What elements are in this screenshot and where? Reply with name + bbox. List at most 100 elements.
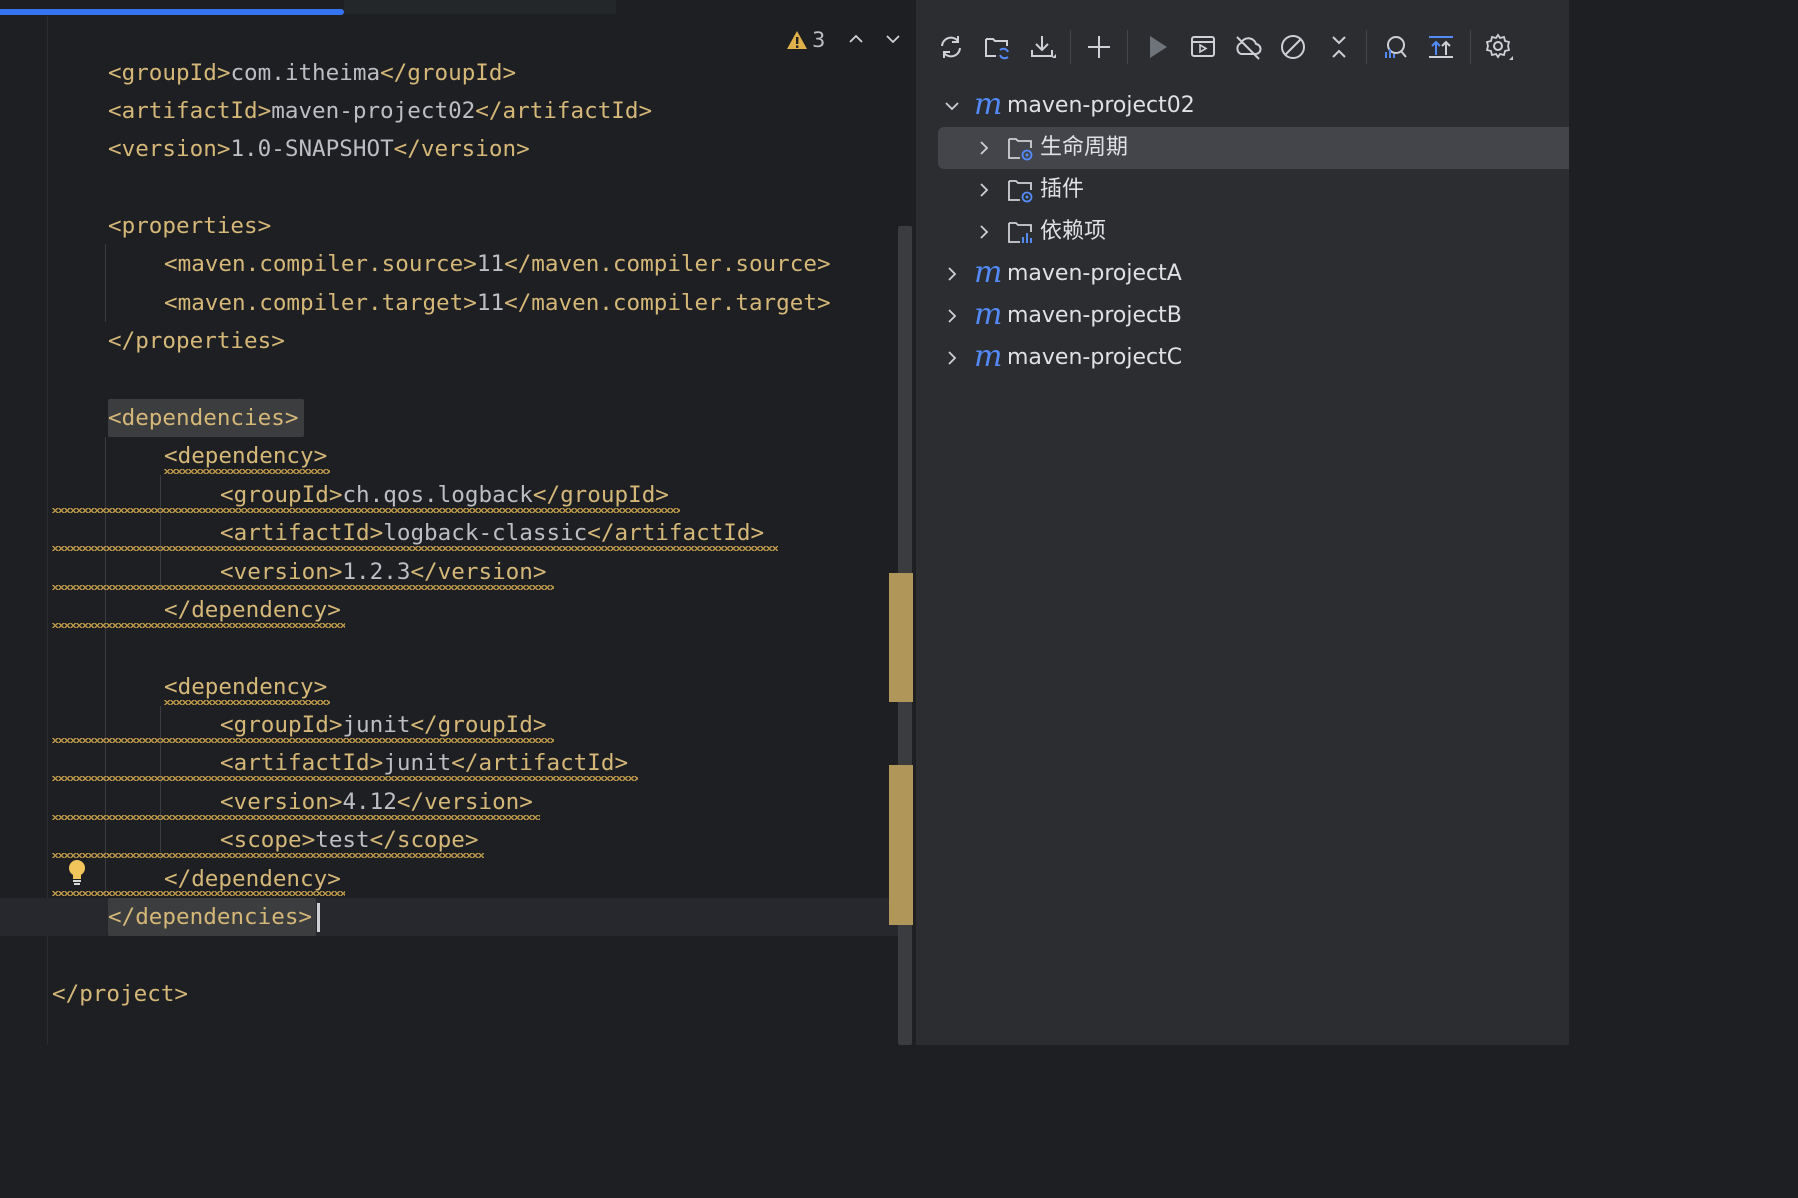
xml-tag: </artifactId> xyxy=(475,98,653,124)
maven-module-icon: m xyxy=(974,297,1003,332)
lightbulb-icon[interactable] xyxy=(66,858,88,888)
warning-underline xyxy=(52,623,345,628)
xml-tag: <groupId> xyxy=(220,482,343,508)
maven-module-icon: m xyxy=(974,339,1003,374)
xml-tag: <scope> xyxy=(220,827,316,853)
xml-tag: </properties> xyxy=(108,328,285,354)
show-dependencies-icon[interactable] xyxy=(1426,32,1456,62)
tree-node-maven-projectC[interactable]: m maven-projectC xyxy=(916,337,1569,379)
xml-tag: </project> xyxy=(52,981,189,1007)
reload-icon[interactable] xyxy=(936,32,966,62)
xml-tag: <artifactId> xyxy=(220,520,384,546)
run-icon[interactable] xyxy=(1142,32,1172,62)
tree-node-maven-projectA[interactable]: m maven-projectA xyxy=(916,253,1569,295)
tree-node-label: maven-project02 xyxy=(1007,93,1195,118)
xml-tag: <maven.compiler.target> xyxy=(164,290,477,316)
plugins-folder-icon xyxy=(1008,180,1033,203)
code-line[interactable]: <groupId>com.itheima</groupId> xyxy=(108,54,516,92)
chevron-right-icon[interactable] xyxy=(975,139,993,157)
editor-tab-strip xyxy=(0,0,915,16)
xml-tag: <dependencies> xyxy=(108,405,299,431)
next-highlight-icon[interactable] xyxy=(884,30,902,48)
previous-highlight-icon[interactable] xyxy=(847,30,865,48)
warning-stripe-marker[interactable] xyxy=(889,765,913,925)
chevron-right-icon[interactable] xyxy=(975,223,993,241)
code-line[interactable]: <version>1.0-SNAPSHOT</version> xyxy=(108,130,530,168)
warning-underline xyxy=(52,508,680,513)
indent-guide xyxy=(105,437,106,897)
warning-underline xyxy=(164,469,330,474)
lifecycle-folder-icon xyxy=(1008,138,1033,161)
xml-tag: </artifactId> xyxy=(451,750,629,776)
xml-tag: <dependency> xyxy=(164,443,328,469)
xml-tag: </maven.compiler.source> xyxy=(504,251,831,277)
tree-node-label: maven-projectA xyxy=(1007,261,1182,286)
code-line[interactable]: </project> xyxy=(52,975,188,1013)
code-line[interactable]: <properties> xyxy=(108,207,271,245)
xml-tag: </artifactId> xyxy=(587,520,765,546)
tree-node-label: 插件 xyxy=(1040,177,1085,202)
xml-tag: </version> xyxy=(410,559,547,585)
warning-icon xyxy=(787,31,807,49)
warning-underline xyxy=(52,853,484,858)
xml-text: ch.qos.logback xyxy=(342,482,533,508)
tree-node-plugins[interactable]: 插件 xyxy=(916,169,1569,211)
xml-tag: <version> xyxy=(108,136,231,162)
text-caret xyxy=(317,903,320,932)
xml-tag: </groupId> xyxy=(532,482,669,508)
download-icon[interactable] xyxy=(1028,32,1058,62)
xml-tag: </dependency> xyxy=(164,866,341,892)
xml-tag: <dependency> xyxy=(164,674,328,700)
warning-count: 3 xyxy=(812,28,826,52)
inspection-widget[interactable]: 3 xyxy=(786,26,825,54)
xml-tag: </scope> xyxy=(369,827,479,853)
warning-stripe-marker[interactable] xyxy=(889,573,913,702)
warning-underline xyxy=(52,776,638,781)
xml-tag: <groupId> xyxy=(220,712,343,738)
xml-text: 1.2.3 xyxy=(342,559,411,585)
skip-tests-icon[interactable] xyxy=(1278,32,1308,62)
xml-tag: <version> xyxy=(220,789,343,815)
xml-text: 11 xyxy=(476,251,505,277)
warning-underline xyxy=(52,585,554,590)
code-editor[interactable]: <groupId>com.itheima</groupId> <artifactI… xyxy=(0,0,915,1045)
tree-node-maven-project02[interactable]: m maven-project02 xyxy=(916,85,1569,127)
warning-underline xyxy=(52,546,778,551)
execute-goal-icon[interactable] xyxy=(1188,32,1218,62)
chevron-down-icon[interactable] xyxy=(943,97,961,115)
xml-tag: </dependency> xyxy=(164,597,341,623)
xml-tag: <artifactId> xyxy=(108,98,272,124)
tree-node-label: maven-projectC xyxy=(1007,345,1183,370)
indent-guide xyxy=(160,706,161,860)
tree-node-maven-projectB[interactable]: m maven-projectB xyxy=(916,295,1569,337)
chevron-right-icon[interactable] xyxy=(943,265,961,283)
chevron-right-icon[interactable] xyxy=(943,307,961,325)
xml-tag: <groupId> xyxy=(108,60,231,86)
add-maven-project-icon[interactable] xyxy=(982,32,1012,62)
progress-bar xyxy=(0,9,344,15)
xml-text: com.itheima xyxy=(230,60,381,86)
analyze-dependencies-icon[interactable] xyxy=(1380,32,1410,62)
xml-tag: <maven.compiler.source> xyxy=(164,251,477,277)
code-line[interactable]: </dependencies> xyxy=(108,898,312,936)
tree-node-label: 生命周期 xyxy=(1040,135,1129,160)
warning-underline xyxy=(164,700,330,705)
tree-node-dependencies[interactable]: 依赖项 xyxy=(916,211,1569,253)
code-line[interactable]: </properties> xyxy=(108,322,285,360)
offline-icon[interactable] xyxy=(1233,32,1263,62)
plus-icon[interactable] xyxy=(1084,32,1114,62)
dependencies-folder-icon xyxy=(1008,222,1032,243)
maven-tool-window: m maven-project02 生命周期 插件 依赖项 m maven-pr… xyxy=(915,0,1569,1045)
code-line[interactable]: <maven.compiler.source>11</maven.compile… xyxy=(164,245,831,283)
settings-icon[interactable] xyxy=(1484,32,1514,62)
code-line[interactable]: <dependencies> xyxy=(108,399,298,437)
collapse-all-icon[interactable] xyxy=(1324,32,1354,62)
xml-text: junit xyxy=(342,712,411,738)
code-line[interactable]: <maven.compiler.target>11</maven.compile… xyxy=(164,284,831,322)
xml-text: 1.0-SNAPSHOT xyxy=(230,136,394,162)
chevron-right-icon[interactable] xyxy=(943,349,961,367)
code-line[interactable]: <artifactId>maven-project02</artifactId> xyxy=(108,92,652,130)
chevron-right-icon[interactable] xyxy=(975,181,993,199)
tree-node-lifecycle[interactable]: 生命周期 xyxy=(916,127,1569,169)
xml-tag: <artifactId> xyxy=(220,750,384,776)
